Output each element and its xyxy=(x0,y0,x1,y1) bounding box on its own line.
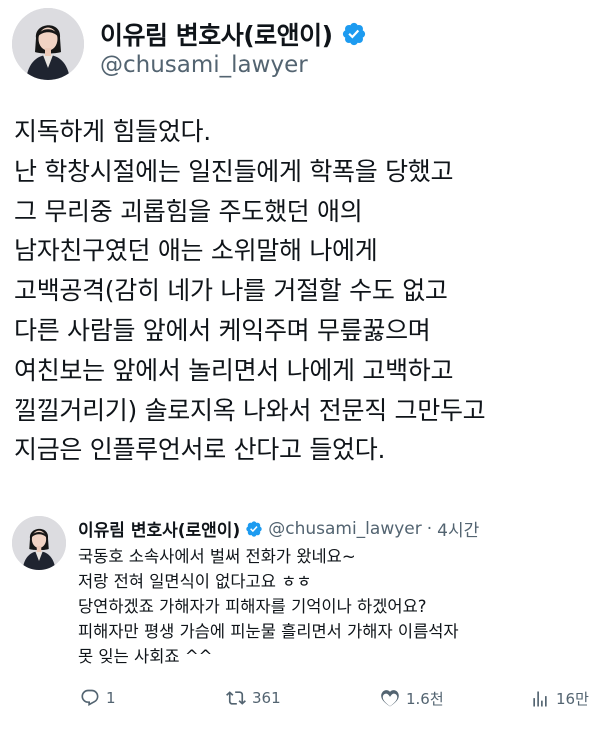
tweet-text: 지독하게 힘들었다. 난 학창시절에는 일진들에게 학폭을 당했고 그 무리중 … xyxy=(14,112,594,470)
author-avatar[interactable] xyxy=(12,8,84,80)
heart-icon xyxy=(381,689,399,706)
retweet-icon xyxy=(226,691,246,705)
author-handle[interactable]: @chusami_lawyer xyxy=(100,52,308,78)
quoted-author-avatar[interactable] xyxy=(12,516,66,570)
tweet-text-line: 고백공격(감히 네가 나를 거절할 수도 없고 xyxy=(14,276,448,306)
author-name-row: 이유림 변호사(로앤이) xyxy=(100,16,367,52)
tweet-text-line: 남자친구였던 애는 소위말해 나에게 xyxy=(14,236,378,266)
action-bar: 1 361 1.6천 16만 xyxy=(80,688,590,718)
verified-badge-icon xyxy=(246,520,262,537)
quoted-tweet-header: 이유림 변호사(로앤이) @chusami_lawyer · 4시간 xyxy=(78,516,479,542)
tweet-header: 이유림 변호사(로앤이) @chusami_lawyer xyxy=(12,8,592,88)
views-count: 16만 xyxy=(556,690,589,708)
quoted-text-line: 못 잊는 사회죠 ^^ xyxy=(78,647,213,666)
tweet-text-line: 지독하게 힘들었다. xyxy=(14,117,211,146)
retweet-count: 361 xyxy=(252,689,281,707)
author-display-name[interactable]: 이유림 변호사(로앤이) xyxy=(100,16,333,52)
reply-count: 1 xyxy=(106,689,116,707)
quoted-text-line: 피해자만 평생 가슴에 피눈물 흘리면서 가해자 이름석자 xyxy=(78,622,459,641)
tweet-text-line: 난 학창시절에는 일진들에게 학폭을 당했고 xyxy=(14,156,454,186)
reply-button[interactable]: 1 xyxy=(80,688,116,708)
tweet-text-line: 그 무리중 괴롭힘을 주도했던 애의 xyxy=(14,196,363,226)
quoted-tweet-text: 국동호 소속사에서 벌써 전화가 왔네요~ 저랑 전혀 일면식이 없다고요 ㅎㅎ… xyxy=(78,544,588,669)
quoted-text-line: 국동호 소속사에서 벌써 전화가 왔네요~ xyxy=(78,547,356,566)
like-count: 1.6천 xyxy=(406,690,444,708)
like-button[interactable]: 1.6천 xyxy=(380,688,444,709)
quoted-author-display-name[interactable]: 이유림 변호사(로앤이) xyxy=(78,516,240,541)
views-icon xyxy=(533,691,547,706)
quoted-tweet-time[interactable]: 4시간 xyxy=(437,516,479,541)
quoted-author-handle[interactable]: @chusami_lawyer xyxy=(268,519,422,539)
tweet-text-line: 다른 사람들 앞에서 케익주며 무릎꿇으며 xyxy=(14,315,431,345)
tweet-text-line: 낄낄거리기) 솔로지옥 나와서 전문직 그만두고 xyxy=(14,395,486,425)
separator-dot: · xyxy=(426,518,433,539)
quoted-tweet[interactable]: 이유림 변호사(로앤이) @chusami_lawyer · 4시간 국동호 소… xyxy=(12,510,592,666)
tweet-text-line: 지금은 인플루언서로 산다고 들었다. xyxy=(14,435,386,465)
tweet-text-line: 여친보는 앞에서 놀리면서 나에게 고백하고 xyxy=(14,355,454,385)
verified-badge-icon xyxy=(342,22,365,46)
views-button[interactable]: 16만 xyxy=(530,688,589,709)
quoted-text-line: 저랑 전혀 일면식이 없다고요 ㅎㅎ xyxy=(78,572,312,591)
quoted-text-line: 당연하겠죠 가해자가 피해자를 기억이나 하겠어요? xyxy=(78,597,427,616)
reply-icon xyxy=(81,689,99,706)
retweet-button[interactable]: 361 xyxy=(226,688,281,708)
